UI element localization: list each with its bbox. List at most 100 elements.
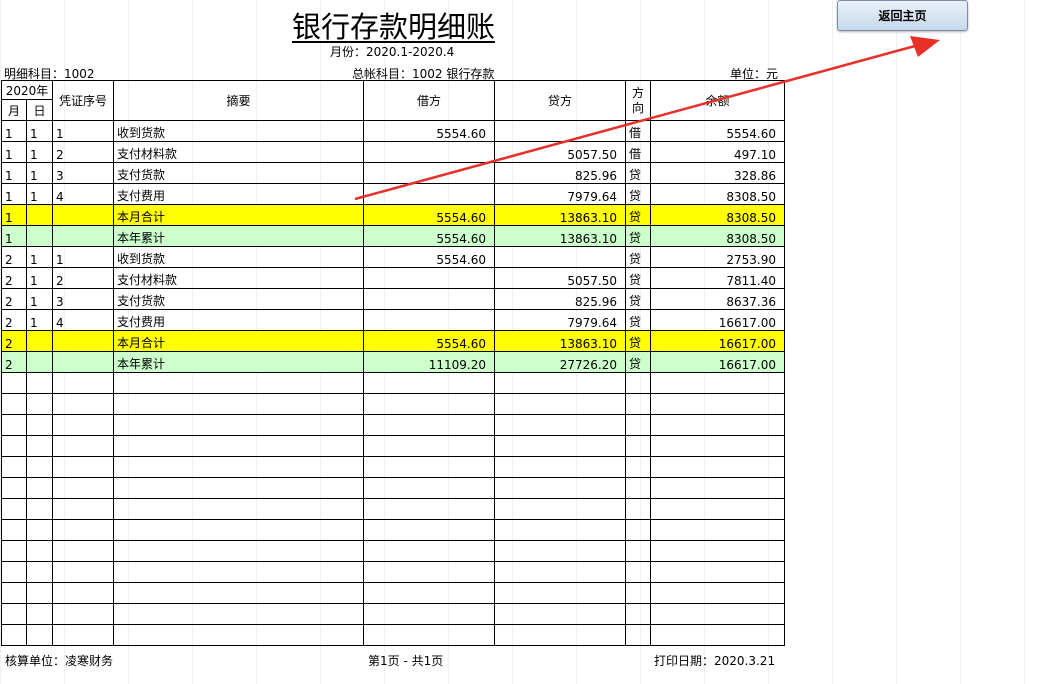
cell-dir[interactable]: 贷 (625, 351, 652, 373)
empty-cell[interactable] (650, 372, 786, 394)
cell-credit[interactable]: 27726.20 (494, 351, 627, 373)
cell-balance[interactable]: 7811.40 (650, 267, 786, 289)
empty-cell[interactable] (363, 603, 496, 625)
empty-cell[interactable] (25, 393, 54, 415)
cell-dir[interactable]: 贷 (625, 330, 652, 352)
cell-debit[interactable] (363, 183, 496, 205)
empty-cell[interactable] (494, 498, 627, 520)
cell-summary[interactable]: 支付货款 (113, 288, 365, 310)
empty-cell[interactable] (625, 540, 652, 562)
cell-month[interactable]: 1 (1, 162, 27, 184)
empty-cell[interactable] (52, 603, 115, 625)
cell-credit[interactable]: 7979.64 (494, 309, 627, 331)
empty-cell[interactable] (363, 456, 496, 478)
cell-voucher[interactable]: 1 (52, 246, 115, 268)
empty-cell[interactable] (113, 477, 365, 499)
cell-day[interactable] (25, 204, 54, 226)
empty-cell[interactable] (363, 561, 496, 583)
cell-day[interactable] (25, 225, 54, 247)
cell-balance[interactable]: 8308.50 (650, 183, 786, 205)
empty-cell[interactable] (52, 414, 115, 436)
empty-cell[interactable] (25, 582, 54, 604)
empty-cell[interactable] (113, 624, 365, 646)
empty-cell[interactable] (363, 624, 496, 646)
cell-day[interactable]: 1 (25, 120, 54, 142)
cell-day[interactable]: 1 (25, 246, 54, 268)
cell-credit[interactable]: 825.96 (494, 162, 627, 184)
empty-cell[interactable] (625, 624, 652, 646)
empty-cell[interactable] (494, 540, 627, 562)
empty-cell[interactable] (52, 582, 115, 604)
cell-balance[interactable]: 16617.00 (650, 351, 786, 373)
cell-credit[interactable]: 13863.10 (494, 225, 627, 247)
cell-voucher[interactable]: 2 (52, 141, 115, 163)
empty-cell[interactable] (25, 603, 54, 625)
cell-debit[interactable]: 5554.60 (363, 120, 496, 142)
empty-cell[interactable] (52, 393, 115, 415)
empty-cell[interactable] (625, 582, 652, 604)
empty-cell[interactable] (1, 498, 27, 520)
empty-cell[interactable] (113, 435, 365, 457)
cell-month[interactable]: 1 (1, 183, 27, 205)
empty-cell[interactable] (25, 624, 54, 646)
empty-cell[interactable] (625, 519, 652, 541)
empty-cell[interactable] (650, 435, 786, 457)
empty-cell[interactable] (494, 372, 627, 394)
cell-day[interactable]: 1 (25, 141, 54, 163)
cell-dir[interactable]: 贷 (625, 225, 652, 247)
cell-dir[interactable]: 借 (625, 141, 652, 163)
cell-day[interactable]: 1 (25, 267, 54, 289)
empty-cell[interactable] (25, 372, 54, 394)
cell-balance[interactable]: 8308.50 (650, 225, 786, 247)
cell-balance[interactable]: 2753.90 (650, 246, 786, 268)
empty-cell[interactable] (494, 582, 627, 604)
cell-credit[interactable]: 13863.10 (494, 330, 627, 352)
cell-voucher[interactable]: 3 (52, 162, 115, 184)
empty-cell[interactable] (363, 582, 496, 604)
cell-dir[interactable]: 贷 (625, 246, 652, 268)
empty-cell[interactable] (1, 603, 27, 625)
cell-summary[interactable]: 收到货款 (113, 246, 365, 268)
empty-cell[interactable] (113, 561, 365, 583)
cell-balance[interactable]: 16617.00 (650, 309, 786, 331)
empty-cell[interactable] (494, 435, 627, 457)
cell-debit[interactable] (363, 288, 496, 310)
empty-cell[interactable] (113, 519, 365, 541)
cell-month[interactable]: 2 (1, 246, 27, 268)
empty-cell[interactable] (113, 414, 365, 436)
empty-cell[interactable] (650, 624, 786, 646)
cell-voucher[interactable]: 4 (52, 309, 115, 331)
cell-credit[interactable]: 7979.64 (494, 183, 627, 205)
empty-cell[interactable] (1, 372, 27, 394)
empty-cell[interactable] (625, 456, 652, 478)
cell-voucher[interactable]: 2 (52, 267, 115, 289)
cell-debit[interactable] (363, 162, 496, 184)
empty-cell[interactable] (363, 477, 496, 499)
empty-cell[interactable] (1, 456, 27, 478)
empty-cell[interactable] (494, 624, 627, 646)
cell-summary[interactable]: 收到货款 (113, 120, 365, 142)
empty-cell[interactable] (52, 540, 115, 562)
empty-cell[interactable] (52, 561, 115, 583)
empty-cell[interactable] (1, 393, 27, 415)
cell-balance[interactable]: 497.10 (650, 141, 786, 163)
cell-month[interactable]: 2 (1, 309, 27, 331)
empty-cell[interactable] (113, 498, 365, 520)
empty-cell[interactable] (625, 435, 652, 457)
empty-cell[interactable] (1, 477, 27, 499)
empty-cell[interactable] (113, 393, 365, 415)
cell-summary[interactable]: 本年累计 (113, 225, 365, 247)
empty-cell[interactable] (25, 498, 54, 520)
cell-voucher[interactable] (52, 225, 115, 247)
cell-voucher[interactable]: 1 (52, 120, 115, 142)
empty-cell[interactable] (363, 393, 496, 415)
cell-dir[interactable]: 贷 (625, 204, 652, 226)
empty-cell[interactable] (25, 477, 54, 499)
empty-cell[interactable] (625, 477, 652, 499)
empty-cell[interactable] (363, 540, 496, 562)
empty-cell[interactable] (494, 456, 627, 478)
empty-cell[interactable] (113, 456, 365, 478)
empty-cell[interactable] (25, 519, 54, 541)
empty-cell[interactable] (363, 435, 496, 457)
empty-cell[interactable] (494, 393, 627, 415)
